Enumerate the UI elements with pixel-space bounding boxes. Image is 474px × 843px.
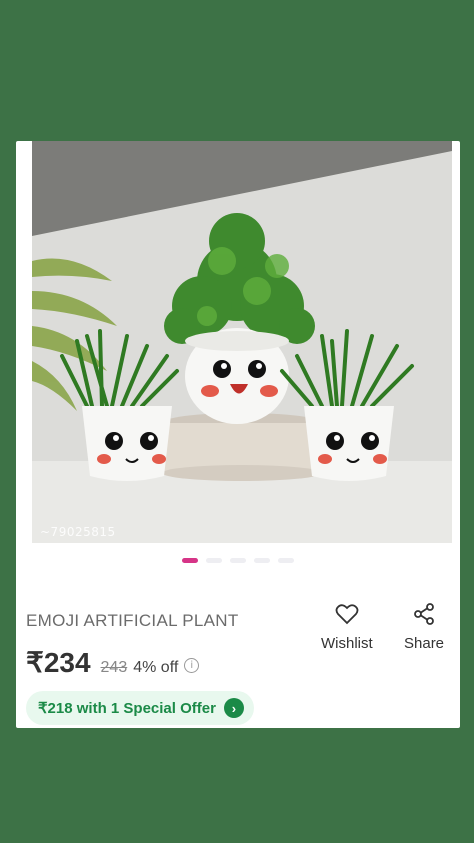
gallery-dot[interactable] (254, 558, 270, 563)
price-row: ₹234 243 4% off i (26, 646, 200, 679)
share-button[interactable]: Share (404, 603, 444, 652)
gallery-dot[interactable] (278, 558, 294, 563)
mrp-price: 243 (100, 659, 128, 676)
chevron-right-icon: › (223, 698, 244, 718)
product-card: ~79025815 EMOJI ARTIFICIAL PLANT Wishlis… (16, 141, 460, 728)
offer-label: ₹218 with 1 Special Offer (38, 700, 216, 717)
gallery-dot[interactable] (182, 558, 198, 563)
gallery-dots (16, 558, 460, 563)
product-photo (32, 141, 452, 543)
special-offer-button[interactable]: ₹218 with 1 Special Offer › (26, 691, 254, 725)
wishlist-button[interactable]: Wishlist (321, 603, 373, 652)
discount-label: 4% off (133, 659, 179, 676)
price: ₹234 (26, 647, 91, 678)
heart-icon (335, 604, 359, 625)
wishlist-label: Wishlist (321, 635, 373, 652)
share-icon (414, 603, 434, 625)
gallery-dot[interactable] (206, 558, 222, 563)
product-image[interactable] (32, 141, 452, 543)
image-watermark: ~79025815 (40, 525, 116, 539)
share-label: Share (404, 635, 445, 652)
product-title: EMOJI ARTIFICIAL PLANT (26, 611, 239, 630)
info-icon[interactable]: i (184, 658, 200, 673)
gallery-dot[interactable] (230, 558, 246, 563)
